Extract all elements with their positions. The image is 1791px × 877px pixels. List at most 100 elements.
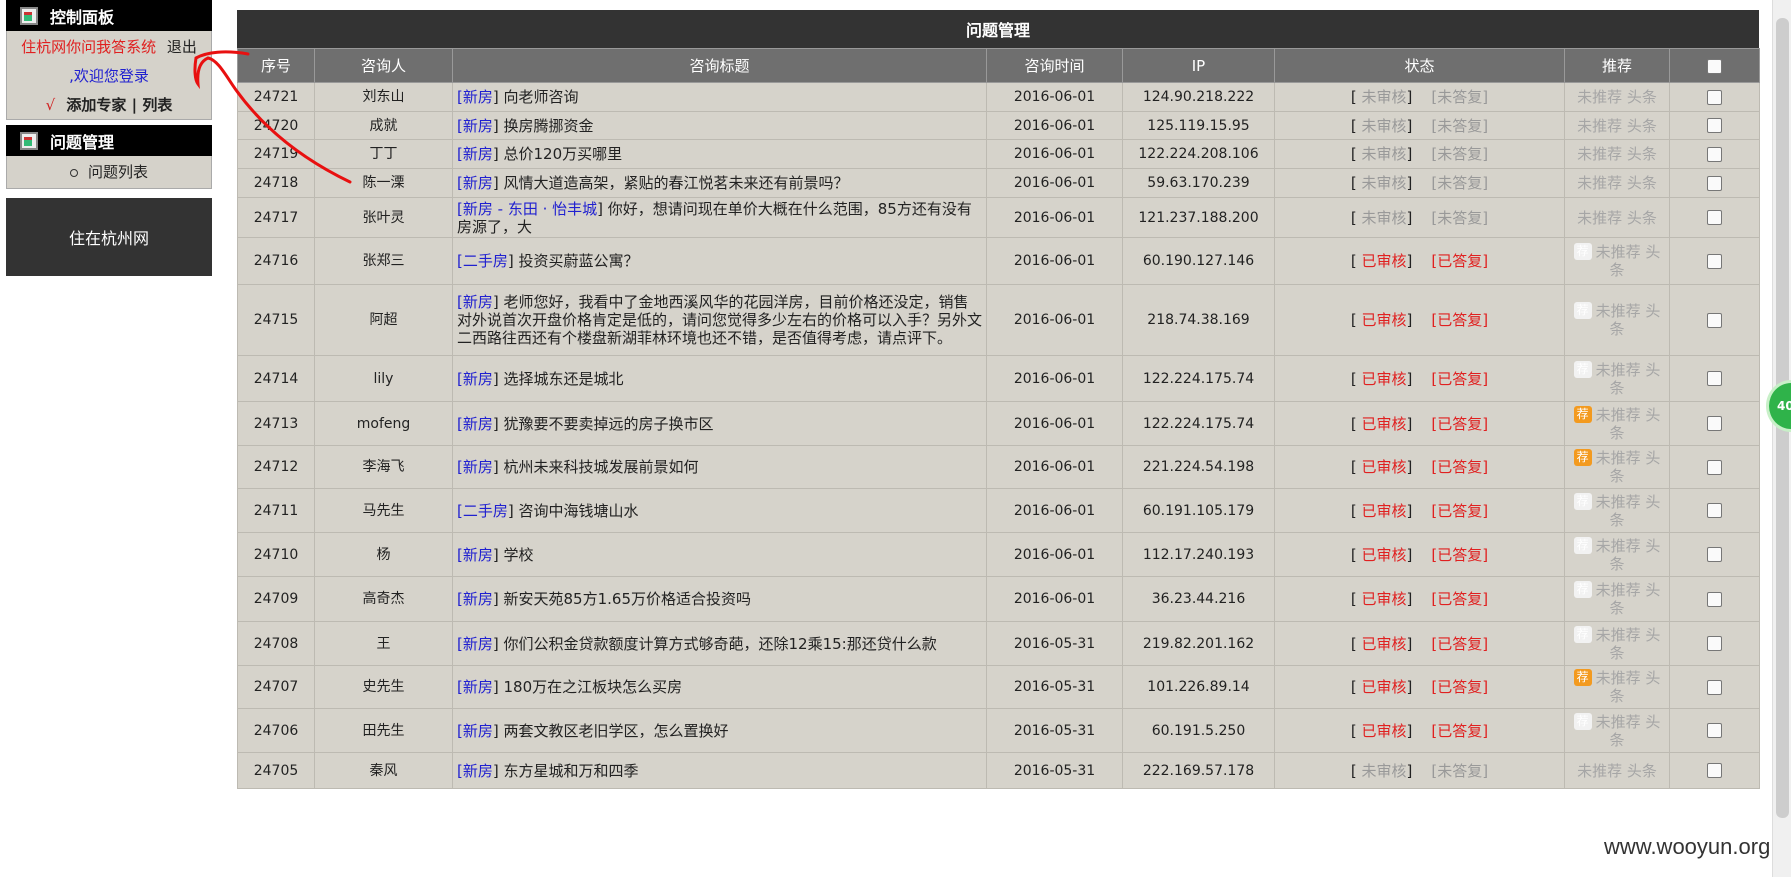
recommend-icon[interactable]: 荐: [1573, 712, 1592, 730]
category-link[interactable]: 新房: [463, 458, 493, 476]
audit-status-link[interactable]: 已审核: [1361, 678, 1406, 696]
reply-status-link[interactable]: [已答复]: [1431, 722, 1488, 740]
recommend-icon[interactable]: 荐: [1573, 360, 1592, 378]
recommend-link[interactable]: 未推荐: [1577, 762, 1622, 780]
reply-status-link[interactable]: [已答复]: [1431, 252, 1488, 270]
recommend-link[interactable]: 未推荐: [1596, 713, 1641, 731]
recommend-icon[interactable]: 荐: [1573, 405, 1592, 423]
reply-status-link[interactable]: [未答复]: [1431, 145, 1488, 163]
category-link[interactable]: 新房: [463, 293, 493, 311]
recommend-link[interactable]: 未推荐: [1596, 361, 1641, 379]
audit-status-link[interactable]: 已审核: [1361, 722, 1406, 740]
reply-status-link[interactable]: [未答复]: [1431, 117, 1488, 135]
audit-status-link[interactable]: 未审核: [1361, 762, 1406, 780]
question-title-link[interactable]: 你们公积金贷款额度计算方式够奇葩，还除12乘15:那还贷什么款: [504, 635, 937, 653]
category-link[interactable]: 新房: [463, 88, 493, 106]
recommend-icon[interactable]: 荐: [1573, 625, 1592, 643]
reply-status-link[interactable]: [未答复]: [1431, 209, 1488, 227]
row-checkbox[interactable]: [1707, 723, 1722, 738]
row-checkbox[interactable]: [1707, 371, 1722, 386]
reply-status-link[interactable]: [已答复]: [1431, 546, 1488, 564]
recommend-icon[interactable]: 荐: [1573, 492, 1592, 510]
headline-link[interactable]: 头条: [1627, 762, 1657, 780]
category-link[interactable]: 新房: [463, 762, 493, 780]
category-link[interactable]: 新房: [463, 200, 493, 218]
recommend-link[interactable]: 未推荐: [1577, 145, 1622, 163]
recommend-link[interactable]: 未推荐: [1596, 302, 1641, 320]
speed-badge[interactable]: 40: [1766, 380, 1791, 432]
reply-status-link[interactable]: [未答复]: [1431, 174, 1488, 192]
headline-link[interactable]: 头条: [1627, 145, 1657, 163]
question-title-link[interactable]: 选择城东还是城北: [504, 370, 624, 388]
recommend-icon[interactable]: 荐: [1573, 302, 1592, 319]
scrollbar[interactable]: [1772, 0, 1791, 877]
recommend-link[interactable]: 未推荐: [1577, 174, 1622, 192]
recommend-link[interactable]: 未推荐: [1596, 626, 1641, 644]
audit-status-link[interactable]: 未审核: [1361, 209, 1406, 227]
audit-status-link[interactable]: 已审核: [1361, 370, 1406, 388]
row-checkbox[interactable]: [1707, 547, 1722, 562]
reply-status-link[interactable]: [已答复]: [1431, 502, 1488, 520]
question-title-link[interactable]: 换房腾挪资金: [504, 117, 594, 135]
question-title-link[interactable]: 杭州未来科技城发展前景如何: [504, 458, 699, 476]
reply-status-link[interactable]: [未答复]: [1431, 88, 1488, 106]
row-checkbox[interactable]: [1707, 118, 1722, 133]
audit-status-link[interactable]: 已审核: [1361, 502, 1406, 520]
reply-status-link[interactable]: [未答复]: [1431, 762, 1488, 780]
recommend-link[interactable]: 未推荐: [1577, 117, 1622, 135]
question-title-link[interactable]: 学校: [504, 546, 534, 564]
row-checkbox[interactable]: [1707, 503, 1722, 518]
question-title-link[interactable]: 老师您好，我看中了金地西溪风华的花园洋房，目前价格还没定，销售对外说首次开盘价格…: [457, 293, 982, 347]
headline-link[interactable]: 头条: [1627, 88, 1657, 106]
question-title-link[interactable]: 180万在之江板块怎么买房: [504, 678, 683, 696]
row-checkbox[interactable]: [1707, 416, 1722, 431]
question-title-link[interactable]: 投资买蔚蓝公寓？: [519, 252, 639, 270]
category-link[interactable]: 新房: [463, 370, 493, 388]
category-link[interactable]: 新房: [463, 722, 493, 740]
recommend-icon[interactable]: 荐: [1573, 243, 1592, 260]
category-link[interactable]: 新房: [463, 117, 493, 135]
category-link[interactable]: 新房: [463, 546, 493, 564]
recommend-link[interactable]: 未推荐: [1577, 209, 1622, 227]
recommend-link[interactable]: 未推荐: [1596, 493, 1641, 511]
recommend-link[interactable]: 未推荐: [1596, 243, 1641, 261]
list-link[interactable]: 列表: [142, 96, 172, 114]
recommend-icon[interactable]: 荐: [1573, 536, 1592, 554]
category-link[interactable]: 新房: [463, 678, 493, 696]
question-title-link[interactable]: 新安天苑85方1.65万价格适合投资吗: [504, 590, 752, 608]
question-title-link[interactable]: 两套文教区老旧学区，怎么置换好: [504, 722, 729, 740]
reply-status-link[interactable]: [已答复]: [1431, 678, 1488, 696]
site-home-button[interactable]: 住在杭州网: [6, 198, 212, 276]
row-checkbox[interactable]: [1707, 636, 1722, 651]
category-link[interactable]: 新房: [463, 174, 493, 192]
logout-link[interactable]: 退出: [167, 38, 197, 56]
row-checkbox[interactable]: [1707, 312, 1722, 328]
row-checkbox[interactable]: [1707, 253, 1722, 269]
reply-status-link[interactable]: [已答复]: [1431, 635, 1488, 653]
recommend-icon[interactable]: 荐: [1573, 581, 1592, 598]
audit-status-link[interactable]: 已审核: [1361, 458, 1406, 476]
recommend-link[interactable]: 未推荐: [1596, 581, 1641, 599]
audit-status-link[interactable]: 已审核: [1361, 415, 1406, 433]
recommend-link[interactable]: 未推荐: [1577, 88, 1622, 106]
recommend-icon[interactable]: 荐: [1573, 449, 1592, 466]
category-link[interactable]: 新房: [463, 590, 493, 608]
row-checkbox[interactable]: [1707, 591, 1722, 607]
system-name-link[interactable]: 住杭网你问我答系统: [21, 38, 156, 56]
headline-link[interactable]: 头条: [1627, 209, 1657, 227]
category-link[interactable]: 新房: [463, 415, 493, 433]
headline-link[interactable]: 头条: [1627, 174, 1657, 192]
headline-link[interactable]: 头条: [1627, 117, 1657, 135]
audit-status-link[interactable]: 未审核: [1361, 145, 1406, 163]
question-title-link[interactable]: 向老师咨询: [504, 88, 579, 106]
reply-status-link[interactable]: [已答复]: [1431, 370, 1488, 388]
question-title-link[interactable]: 总价120万买哪里: [504, 145, 623, 163]
row-checkbox[interactable]: [1707, 763, 1722, 778]
row-checkbox[interactable]: [1707, 175, 1722, 191]
audit-status-link[interactable]: 已审核: [1361, 590, 1406, 608]
sidebar-item-question-list[interactable]: 问题列表: [7, 159, 211, 184]
row-checkbox[interactable]: [1707, 146, 1722, 162]
select-all-checkbox[interactable]: [1707, 58, 1722, 74]
question-title-link[interactable]: 咨询中海钱塘山水: [519, 502, 639, 520]
audit-status-link[interactable]: 已审核: [1361, 635, 1406, 653]
